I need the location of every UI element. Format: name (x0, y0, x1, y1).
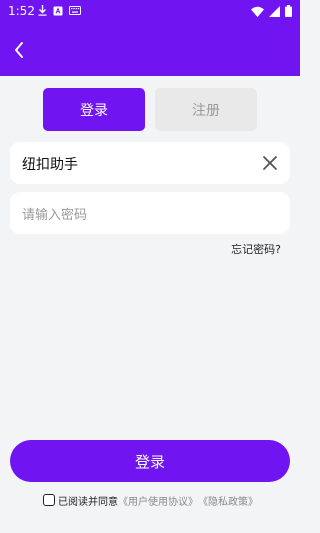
status-notifications (38, 5, 81, 16)
status-bar: 1:52 (0, 0, 300, 24)
battery-icon (285, 5, 292, 17)
back-button[interactable] (8, 38, 32, 62)
privacy-policy-link[interactable]: 《隐私政策》 (198, 493, 258, 508)
username-field[interactable]: 纽扣助手 (10, 142, 290, 184)
status-time: 1:52 (8, 4, 35, 18)
wifi-icon (251, 6, 264, 17)
signal-icon (269, 5, 280, 17)
forgot-password-link[interactable]: 忘记密码? (231, 241, 281, 257)
app-notification-icon (53, 6, 63, 15)
chevron-left-icon (15, 42, 23, 58)
agreement-text: 已阅读并同意 (58, 496, 118, 508)
tab-register[interactable]: 注册 (155, 88, 257, 131)
keyboard-icon (69, 6, 81, 15)
password-placeholder: 请输入密码 (22, 208, 88, 223)
agreement-checkbox[interactable] (43, 494, 55, 506)
agreement-row: 已阅读并同意 《用户使用协议》 《隐私政策》 (43, 492, 258, 508)
clear-username-button[interactable] (262, 155, 278, 171)
download-icon (38, 5, 47, 16)
login-button[interactable]: 登录 (10, 440, 290, 482)
close-icon (263, 156, 277, 170)
app-bar (0, 24, 300, 76)
tab-login[interactable]: 登录 (43, 88, 145, 131)
password-field[interactable]: 请输入密码 (10, 192, 290, 234)
username-value: 纽扣助手 (22, 157, 78, 173)
user-agreement-link[interactable]: 《用户使用协议》 (118, 493, 198, 508)
status-system (251, 5, 292, 17)
